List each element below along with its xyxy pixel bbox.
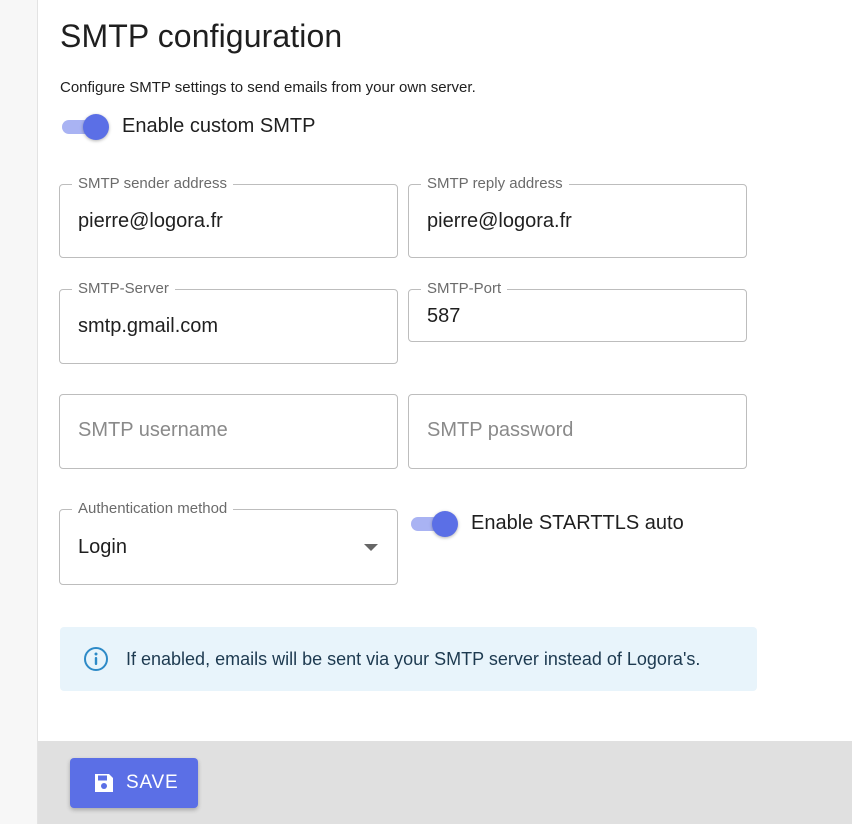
info-alert: If enabled, emails will be sent via your…	[60, 627, 757, 691]
custom-smtp-toggle[interactable]	[60, 114, 110, 140]
sender-address-label: SMTP sender address	[72, 175, 233, 193]
auth-method-select[interactable]: Authentication method Login	[59, 500, 398, 585]
reply-address-field[interactable]: SMTP reply address pierre@logora.fr	[408, 175, 747, 258]
auth-method-label: Authentication method	[72, 500, 234, 518]
info-circle-icon	[83, 646, 109, 672]
floppy-disk-icon	[93, 772, 115, 794]
smtp-server-value: smtp.gmail.com	[78, 315, 219, 337]
smtp-port-field[interactable]: SMTP-Port 587	[408, 280, 747, 342]
starttls-label: Enable STARTTLS auto	[471, 512, 684, 534]
switch-thumb	[83, 114, 109, 140]
smtp-server-field[interactable]: SMTP-Server smtp.gmail.com	[59, 280, 398, 364]
custom-smtp-label: Enable custom SMTP	[122, 115, 316, 137]
info-text: If enabled, emails will be sent via your…	[126, 649, 701, 669]
page-description: Configure SMTP settings to send emails f…	[60, 79, 476, 96]
smtp-port-value: 587	[427, 305, 461, 327]
sender-address-value: pierre@logora.fr	[78, 210, 223, 232]
switch-thumb	[432, 511, 458, 537]
auth-method-value: Login	[78, 536, 127, 558]
smtp-username-field[interactable]: SMTP username	[59, 394, 398, 469]
smtp-password-placeholder: SMTP password	[427, 419, 574, 441]
smtp-server-label: SMTP-Server	[72, 280, 175, 298]
chevron-down-icon	[364, 544, 378, 551]
reply-address-value: pierre@logora.fr	[427, 210, 572, 232]
page-title: SMTP configuration	[60, 18, 343, 54]
smtp-password-field[interactable]: SMTP password	[408, 394, 747, 469]
smtp-port-label: SMTP-Port	[421, 280, 508, 298]
smtp-username-placeholder: SMTP username	[78, 419, 228, 441]
sender-address-field[interactable]: SMTP sender address pierre@logora.fr	[59, 175, 398, 258]
save-button[interactable]: SAVE	[70, 758, 198, 808]
starttls-toggle[interactable]	[409, 511, 459, 537]
reply-address-label: SMTP reply address	[421, 175, 569, 193]
left-sidebar-edge	[0, 0, 38, 824]
save-button-label: SAVE	[126, 772, 179, 793]
